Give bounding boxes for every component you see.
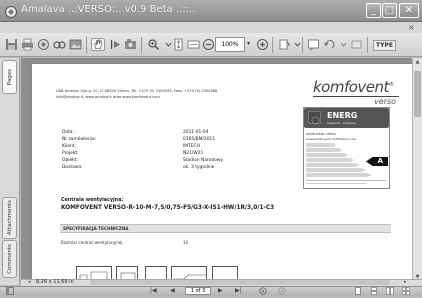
energy-class-bar [306, 173, 372, 177]
fit-width-icon[interactable] [186, 38, 200, 51]
print-icon[interactable] [20, 38, 34, 51]
image-icon[interactable] [68, 38, 82, 51]
facing-view-icon[interactable] [386, 287, 394, 298]
meta-value-delivery: ok. 3 tygodnie [183, 165, 215, 170]
minimize-button[interactable]: _ [366, 3, 381, 18]
last-page-button[interactable]: ▶| [235, 287, 242, 295]
window-title: Amalava ..:VERSO:.. v0.9 Beta ..::.. [21, 4, 196, 15]
energy-label-subtitle: енергия · ενέργεια [327, 121, 356, 125]
meta-label-client: Klient: [62, 144, 77, 149]
tab-attachments-label: Attachments [6, 200, 13, 236]
toolbar-separator [86, 37, 87, 53]
tab-pages[interactable]: Pages [2, 60, 17, 94]
zoom-in-plus-icon[interactable] [255, 38, 269, 51]
unit-model-code: KOMFOVENT VERSO-R-10-M-7,5/0,75-F5/G3-X-… [61, 205, 275, 211]
tab-attachments[interactable]: Attachments [2, 197, 17, 239]
scroll-right-arrow[interactable]: ▸ [404, 279, 407, 286]
energy-label-url: www.komfovent-certification.com [306, 137, 357, 141]
toolbar-separator [302, 37, 303, 53]
meta-value-client: IMTECH [183, 144, 200, 149]
logo-subtitle: verso [374, 97, 397, 106]
meta-label-object: Obiekt: [62, 158, 78, 163]
energy-label-brand: KOMFOVENT VERSO [306, 132, 337, 136]
single-page-view-icon[interactable] [354, 287, 362, 298]
document-tab-strip [0, 22, 422, 33]
unit-heading: Centrala wentylacyjna: [61, 198, 124, 203]
app-icon [4, 4, 18, 18]
registered-mark: ® [388, 82, 394, 88]
toolbar-separator [272, 37, 273, 53]
meta-label-order: Nr zamówienia: [62, 137, 97, 142]
toolbar-separator [367, 37, 368, 53]
zoom-in-icon[interactable] [146, 38, 160, 51]
fit-page-icon[interactable] [171, 38, 185, 51]
email-icon[interactable] [36, 38, 50, 51]
close-window-button[interactable]: ✕ [399, 3, 419, 18]
meta-label-date: Data: [62, 130, 74, 135]
save-icon[interactable] [4, 38, 18, 51]
nav-panel-toggle-icon[interactable] [6, 287, 14, 298]
page-number-field[interactable]: 1 of 3 [185, 287, 211, 295]
spec-row-label: Rozmiar centrali wentylacyjnej [61, 240, 123, 245]
energy-class-bar [306, 163, 360, 167]
hand-tool-icon[interactable] [91, 38, 105, 51]
scroll-left-arrow[interactable]: ◂ [28, 279, 31, 286]
spec-section-title: SPECYFIKACJA TECHNICZNA [63, 226, 129, 231]
vertical-scroll-thumb[interactable] [414, 71, 421, 117]
history-back-icon[interactable] [259, 287, 267, 298]
history-forward-icon[interactable] [278, 287, 286, 298]
energy-class-bar [306, 168, 366, 172]
eu-flag-icon [308, 111, 321, 125]
toolbar-separator [141, 37, 142, 53]
find-icon[interactable] [52, 38, 66, 51]
energy-class-bar [306, 158, 354, 162]
zoom-level-field[interactable]: 100% [215, 37, 245, 52]
scroll-up-arrow[interactable]: ▲ [413, 58, 422, 66]
page-size-indicator: 8,26 x 11,69 in [36, 279, 74, 285]
meta-value-date: 2011-01-04 [183, 130, 209, 135]
spec-row-value: 10 [183, 240, 189, 245]
tab-comments-label: Comments [6, 244, 13, 274]
meta-value-order: 0365/BM/2011 [183, 137, 216, 142]
energy-label-rule [306, 183, 366, 184]
zoom-out-icon[interactable] [201, 38, 215, 51]
energy-label-title: ENERG [327, 111, 358, 120]
komfovent-logo: komfovent® [313, 78, 394, 96]
meta-label-project: Projekt: [62, 151, 79, 156]
contact-line: UAB Amalva, Ozo g. 10, LT-08200 Vilnius,… [56, 89, 218, 93]
first-page-button[interactable]: |◀ [150, 287, 157, 295]
company-contact: UAB Amalva, Ozo g. 10, LT-08200 Vilnius,… [56, 89, 217, 100]
tab-pages-label: Pages [6, 68, 13, 86]
meta-value-project: N21/W21 [183, 151, 204, 156]
zoom-level-dropdown[interactable]: ▾ [247, 40, 250, 47]
horizontal-scroll-thumb[interactable] [90, 280, 390, 285]
contact-line: info@amalva.lt, www.amalva.lt arba www.k… [56, 94, 160, 99]
energy-class-bar [306, 143, 336, 147]
close-document-button[interactable]: × [408, 23, 415, 32]
typewriter-tool-button[interactable]: TYPE [373, 40, 396, 51]
undo-dropdown-icon[interactable] [336, 38, 350, 51]
meta-label-delivery: Dostawa: [62, 165, 83, 170]
energy-class-bar [306, 148, 342, 152]
stamp-icon[interactable] [349, 38, 363, 51]
rotate-page-icon[interactable] [277, 38, 291, 51]
snapshot-icon[interactable] [123, 38, 137, 51]
logo-text: komfovent [313, 78, 389, 96]
continuous-facing-view-icon[interactable] [402, 287, 410, 298]
next-page-button[interactable]: ▶ [218, 287, 223, 295]
previous-page-button[interactable]: ◀ [170, 287, 175, 295]
maximize-button[interactable]: □ [382, 3, 397, 18]
continuous-view-icon[interactable] [370, 287, 378, 298]
energy-label-rule [306, 180, 386, 181]
annotation-icon[interactable] [306, 38, 320, 51]
select-tool-icon[interactable] [108, 38, 122, 51]
tab-comments[interactable]: Comments [2, 240, 17, 278]
meta-value-object: Stadion Narodowy [183, 158, 224, 163]
undo-icon[interactable] [322, 38, 336, 51]
energy-class-bar [306, 153, 348, 157]
